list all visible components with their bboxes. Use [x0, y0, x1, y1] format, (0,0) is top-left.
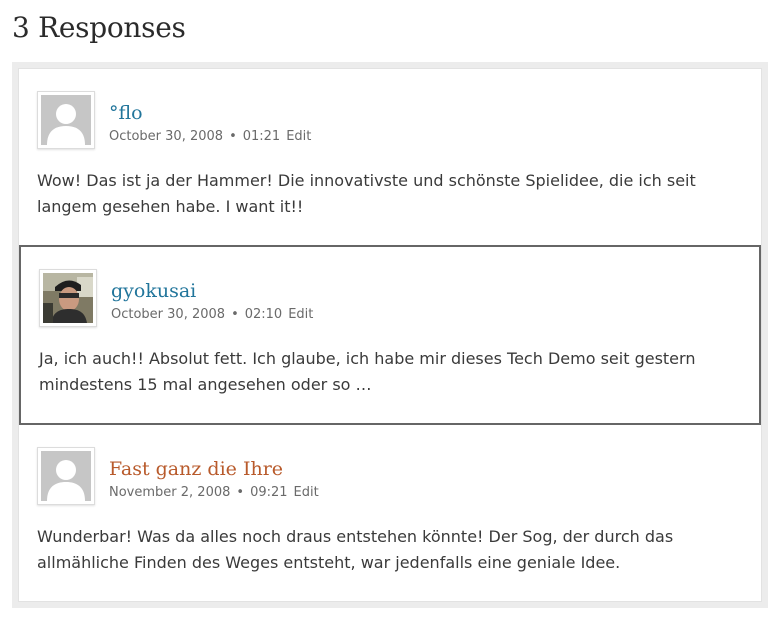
comment-author-link[interactable]: gyokusai — [111, 279, 196, 303]
comment-date-link[interactable]: November 2, 2008 — [109, 485, 230, 500]
avatar — [39, 269, 97, 327]
default-avatar-icon — [41, 95, 91, 145]
comments-heading: 3 Responses — [12, 11, 186, 44]
edit-comment-link[interactable]: Edit — [294, 485, 319, 500]
user-photo-avatar — [43, 273, 93, 323]
avatar — [37, 91, 95, 149]
comment-meta: October 30, 2008 • 02:10 Edit — [111, 306, 313, 324]
comment-list: °flo October 30, 2008 • 01:21 Edit Wow! Das… — [18, 68, 762, 602]
comment-meta: November 2, 2008 • 09:21 Edit — [109, 484, 319, 502]
comment-author-link[interactable]: °flo — [109, 101, 143, 125]
avatar — [37, 447, 95, 505]
comments-section: °flo October 30, 2008 • 01:21 Edit Wow! Das… — [12, 62, 768, 608]
comment-time-link[interactable]: 01:21 — [243, 129, 280, 144]
comment-time-link[interactable]: 09:21 — [250, 485, 287, 500]
default-avatar-icon — [41, 451, 91, 501]
comment-item: °flo October 30, 2008 • 01:21 Edit Wow! Das… — [19, 69, 761, 245]
meta-separator: • — [231, 307, 239, 322]
comment-item-highlighted: gyokusai October 30, 2008 • 02:10 Edit Ja, … — [19, 245, 761, 425]
edit-comment-link[interactable]: Edit — [288, 307, 313, 322]
comment-author-link[interactable]: Fast ganz die Ihre — [109, 457, 283, 481]
comment-item: Fast ganz die Ihre November 2, 2008 • 09:2… — [19, 425, 761, 601]
meta-separator: • — [229, 129, 237, 144]
comment-time-link[interactable]: 02:10 — [245, 307, 282, 322]
comment-text: Wow! Das ist ja der Hammer! Die innovati… — [37, 171, 696, 216]
comment-text: Ja, ich auch!! Absolut fett. Ich glaube,… — [39, 349, 696, 394]
edit-comment-link[interactable]: Edit — [286, 129, 311, 144]
meta-separator: • — [236, 485, 245, 500]
comment-date-link[interactable]: October 30, 2008 — [111, 307, 225, 322]
comment-date-link[interactable]: October 30, 2008 — [109, 129, 223, 144]
comment-text: Wunderbar! Was da alles noch draus entst… — [37, 527, 674, 572]
comment-meta: October 30, 2008 • 01:21 Edit — [109, 128, 311, 146]
